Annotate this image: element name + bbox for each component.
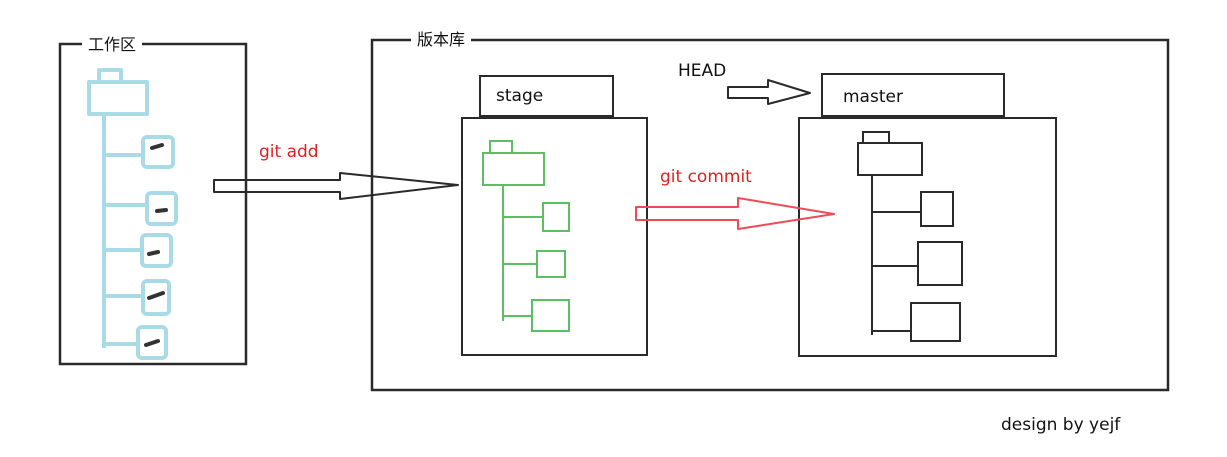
diagram-canvas [58,38,1170,392]
workspace-tree [87,68,178,360]
master-tree [857,131,963,342]
credit-text: design by yejf [1001,415,1121,435]
repository-label: 版本库 [411,30,472,50]
master-box [798,117,1057,357]
master-label: master [843,87,903,107]
master-file-3 [910,302,961,342]
git-add-arrow [213,172,459,200]
stage-label: stage [496,86,544,106]
stage-tree [482,140,570,332]
workspace-file-1 [141,135,175,169]
git-commit-arrow [635,197,835,230]
repository-frame [370,38,1170,392]
stage-file-2 [536,250,566,278]
master-folder-tab [862,131,890,144]
master-file-2 [917,241,963,286]
master-folder [857,142,923,176]
workspace-folder [87,80,149,116]
master-file-1 [920,191,954,227]
git-add-label: git add [259,142,319,162]
git-commit-label: git commit [660,167,752,187]
head-arrow [727,79,811,105]
workspace-label: 工作区 [82,35,143,55]
stage-file-3 [531,299,570,332]
stage-folder [482,152,545,186]
head-label: HEAD [678,61,727,81]
stage-folder-tab [489,140,513,154]
stage-file-1 [542,202,570,232]
